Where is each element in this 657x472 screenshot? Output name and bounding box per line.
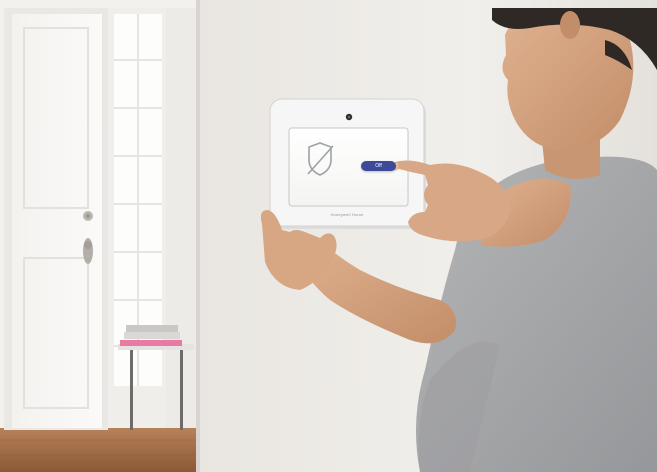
disarm-button[interactable]: Off bbox=[361, 161, 396, 171]
scene-illustration bbox=[0, 0, 657, 472]
man-ear bbox=[560, 11, 580, 39]
panel-brand-label: Honeywell Home bbox=[330, 212, 364, 217]
wood-floor bbox=[0, 428, 200, 472]
book bbox=[120, 340, 182, 346]
photo-scene: Off Honeywell Home bbox=[0, 0, 657, 472]
book bbox=[126, 325, 178, 332]
door-knob-icon bbox=[84, 241, 92, 249]
book bbox=[124, 332, 180, 339]
